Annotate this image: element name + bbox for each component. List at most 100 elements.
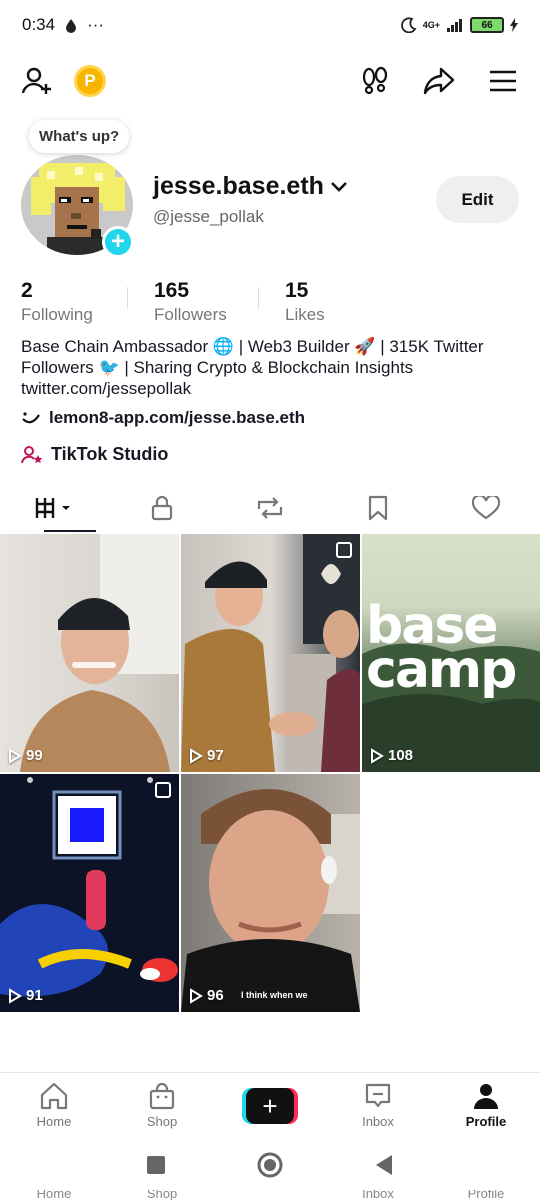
bookmark-icon [368, 495, 388, 521]
tiktok-studio-link[interactable]: TikTok Studio [21, 444, 168, 465]
drop-icon [66, 18, 77, 33]
thumbnail-image [20, 534, 179, 772]
status-bar: 0:34 ··· 4G+ 66 [0, 0, 540, 50]
multi-image-icon [155, 782, 171, 798]
network-label: 4G+ [422, 20, 440, 30]
profile-link-text: lemon8-app.com/jesse.base.eth [49, 408, 306, 427]
video-thumbnail[interactable]: 91 [0, 774, 179, 1012]
tab-videos[interactable] [0, 486, 108, 532]
add-story-button[interactable]: + [102, 226, 134, 258]
battery-indicator: 66 [470, 17, 504, 33]
following-count: 2 [21, 279, 33, 302]
video-caption: I think when we [241, 990, 308, 1000]
add-friend-button[interactable] [20, 64, 54, 98]
stat-following[interactable]: 2 Following [21, 279, 101, 325]
stat-followers[interactable]: 165 Followers [154, 279, 232, 325]
creator-studio-icon [21, 445, 43, 463]
bio: Base Chain Ambassador 🌐 | Web3 Builder 🚀… [21, 336, 526, 399]
menu-button[interactable] [486, 64, 520, 98]
shopping-bag-icon [149, 1082, 175, 1110]
plus-icon: + [246, 1087, 294, 1124]
video-thumbnail[interactable]: 97 [181, 534, 360, 772]
handle: @jesse_pollak [153, 207, 264, 226]
status-dots: ··· [87, 15, 105, 34]
thumbnail-image [0, 777, 178, 997]
nav-home[interactable]: Home [0, 1073, 108, 1138]
view-count-text: 96 [207, 987, 224, 1004]
repost-icon [257, 497, 283, 519]
nav-create[interactable]: + [216, 1073, 324, 1138]
view-count-text: 91 [26, 987, 43, 1004]
stat-likes[interactable]: 15 Likes [285, 279, 325, 325]
back-button[interactable] [374, 1154, 394, 1181]
charging-icon [510, 18, 518, 32]
hamburger-menu-icon [490, 70, 516, 92]
stat-divider [258, 287, 259, 309]
top-nav: P [0, 58, 540, 104]
create-button[interactable]: + [242, 1087, 298, 1124]
play-outline-icon [190, 747, 203, 764]
username[interactable]: jesse.base.eth [153, 172, 348, 201]
multi-image-icon [336, 542, 352, 558]
share-icon [423, 67, 455, 95]
view-count: 99 [8, 747, 43, 764]
heart-icon [472, 496, 500, 520]
video-thumbnail[interactable]: base camp 108 [362, 534, 540, 772]
base-camp-overlay: base camp [366, 596, 517, 700]
footprints-button[interactable] [358, 64, 392, 98]
content-tabs [0, 486, 540, 532]
tab-reposts[interactable] [216, 486, 324, 530]
coin-icon[interactable]: P [74, 65, 106, 97]
tab-private[interactable] [108, 486, 216, 530]
view-count: 97 [189, 747, 224, 764]
system-nav-bar [0, 1140, 540, 1194]
footprints-icon [362, 66, 388, 95]
recents-button[interactable] [146, 1155, 166, 1180]
nav-inbox[interactable]: Inbox [324, 1073, 432, 1138]
status-bubble[interactable]: What's up? [29, 120, 130, 153]
back-triangle-icon [376, 1154, 392, 1175]
view-count: 108 [370, 747, 413, 764]
ghost-label: Home [36, 1190, 72, 1200]
stats-row: 2 Following 165 Followers 15 Likes [21, 279, 325, 325]
home-icon [40, 1082, 68, 1110]
share-button[interactable] [422, 64, 456, 98]
followers-label: Followers [154, 305, 227, 324]
status-time: 0:34 [22, 15, 56, 34]
moon-icon [400, 17, 417, 33]
bio-line: Base Chain Ambassador 🌐 | Web3 Builder 🚀… [21, 337, 484, 356]
tab-liked[interactable] [432, 486, 540, 530]
ghost-label: Profile [467, 1190, 505, 1200]
circle-icon [257, 1152, 283, 1177]
tab-favorites[interactable] [324, 486, 432, 530]
play-outline-icon [371, 747, 384, 764]
bio-link[interactable]: twitter.com/jessepollak [21, 378, 526, 399]
signal-icon [447, 19, 462, 32]
likes-count: 15 [285, 279, 309, 302]
username-text: jesse.base.eth [153, 172, 324, 200]
nav-profile[interactable]: Profile [432, 1073, 540, 1138]
nav-shop[interactable]: Shop [108, 1073, 216, 1138]
profile-link[interactable]: lemon8-app.com/jesse.base.eth [21, 408, 305, 428]
following-label: Following [21, 305, 93, 324]
nav-shop-label: Shop [146, 1114, 178, 1129]
ghost-label: Shop [146, 1190, 178, 1200]
view-count-text: 97 [207, 747, 224, 764]
home-system-button[interactable] [256, 1151, 284, 1184]
edit-profile-button[interactable]: Edit [436, 176, 519, 223]
nav-profile-label: Profile [465, 1114, 507, 1129]
inbox-icon [365, 1083, 391, 1108]
view-count-text: 99 [26, 747, 43, 764]
view-count: 96 [189, 987, 224, 1004]
stat-divider [127, 287, 128, 309]
ghost-label [216, 1190, 324, 1200]
chevron-down-icon [331, 181, 347, 192]
smile-link-icon [22, 412, 40, 424]
video-thumbnail[interactable]: I think when we 96 [181, 774, 360, 1012]
video-thumbnail[interactable]: 99 [0, 534, 179, 772]
thumbnail-image [181, 789, 360, 1012]
play-outline-icon [9, 987, 22, 1004]
videos-grid-icon [35, 498, 70, 518]
profile-icon [474, 1084, 498, 1109]
bottom-nav: Home Shop + Inbox Profile [0, 1072, 540, 1138]
